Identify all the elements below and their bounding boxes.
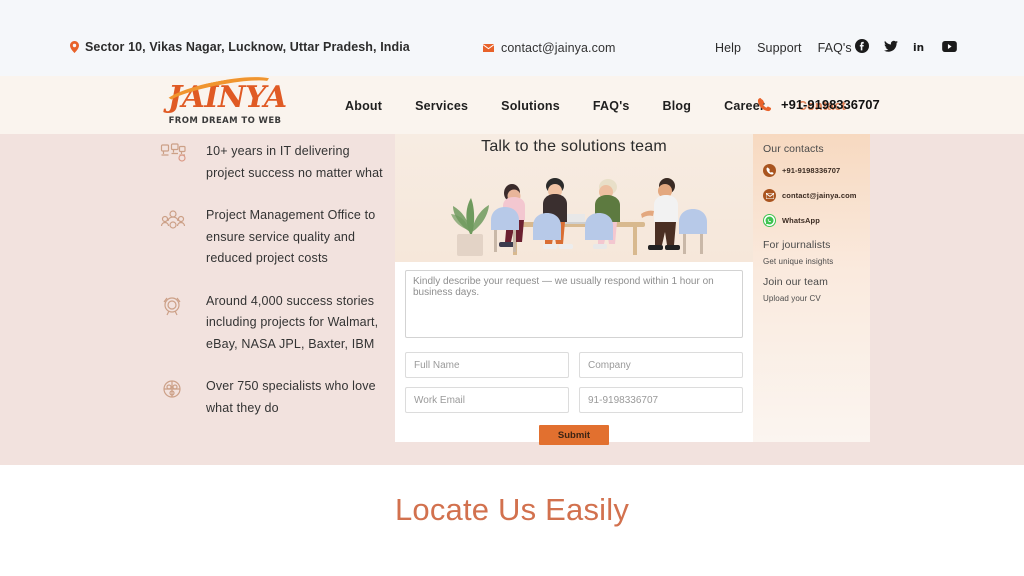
side-contact-email[interactable]: contact@jainya.com <box>763 189 860 202</box>
form-row-2 <box>405 387 743 413</box>
contact-form-card: Talk to the solutions team Kindly descri… <box>395 134 753 445</box>
message-textarea[interactable] <box>405 270 743 338</box>
social-links: in <box>855 39 957 53</box>
feature-item-specialists: Over 750 specialists who love what they … <box>160 376 385 419</box>
side-contact-phone-text: +91-9198336707 <box>782 166 841 175</box>
join-team-title: Join our team <box>763 276 828 288</box>
side-contact-whatsapp[interactable]: WhatsApp <box>763 214 860 227</box>
office-address: Sector 10, Vikas Nagar, Lucknow, Uttar P… <box>70 40 410 54</box>
team-meeting-illustration <box>451 178 707 256</box>
twitter-icon[interactable] <box>884 40 898 53</box>
feature-item-pmo: Project Management Office to ensure serv… <box>160 205 385 270</box>
top-link-support[interactable]: Support <box>757 41 801 55</box>
linkedin-icon[interactable]: in <box>913 40 927 52</box>
people-group-icon <box>160 378 190 404</box>
feature-item-success-stories: Around 4,000 success stories including p… <box>160 291 385 356</box>
feature-text-experience: 10+ years in IT delivering project succe… <box>206 144 383 180</box>
side-contact-whatsapp-text: WhatsApp <box>782 216 820 225</box>
form-hero: Talk to the solutions team <box>395 134 753 262</box>
medal-icon <box>160 293 190 319</box>
logo-tagline: FROM DREAM TO WEB <box>168 116 282 126</box>
nav-item-blog[interactable]: Blog <box>663 99 692 113</box>
top-link-faqs[interactable]: FAQ's <box>818 41 852 55</box>
logo-wordmark: JAINYA <box>160 70 287 118</box>
side-contact-email-text: contact@jainya.com <box>782 191 857 200</box>
side-contact-phone[interactable]: +91-9198336707 <box>763 164 860 177</box>
top-links: Help Support FAQ's <box>715 41 852 55</box>
page-root: Sector 10, Vikas Nagar, Lucknow, Uttar P… <box>0 0 1024 576</box>
facebook-icon[interactable] <box>855 39 869 53</box>
form-row-1 <box>405 352 743 378</box>
nav-item-solutions[interactable]: Solutions <box>501 99 560 113</box>
phone-input[interactable] <box>579 387 743 413</box>
location-pin-icon <box>70 41 79 53</box>
top-link-help[interactable]: Help <box>715 41 741 55</box>
envelope-circle-icon <box>763 189 776 202</box>
locate-section-title: Locate Us Easily <box>394 492 630 527</box>
form-title: Talk to the solutions team <box>481 138 667 155</box>
full-name-input[interactable] <box>405 352 569 378</box>
form-body: Submit <box>395 262 753 445</box>
contact-email-text: contact@jainya.com <box>501 41 616 55</box>
top-utility-bar: Sector 10, Vikas Nagar, Lucknow, Uttar P… <box>0 0 1024 76</box>
phone-icon <box>757 97 772 112</box>
nav-item-services[interactable]: Services <box>415 99 468 113</box>
submit-row: Submit <box>405 425 743 445</box>
office-address-text: Sector 10, Vikas Nagar, Lucknow, Uttar P… <box>85 40 410 54</box>
locate-section: Locate Us Easily <box>0 465 1024 576</box>
nav-item-about[interactable]: About <box>345 99 382 113</box>
feature-list: 10+ years in IT delivering project succe… <box>160 141 385 440</box>
site-logo[interactable]: JAINYA FROM DREAM TO WEB <box>160 70 287 126</box>
nav-phone-text: +91-9198336707 <box>781 97 880 112</box>
nav-item-faqs[interactable]: FAQ's <box>593 99 630 113</box>
feature-text-specialists: Over 750 specialists who love what they … <box>206 379 376 415</box>
feature-text-success-stories: Around 4,000 success stories including p… <box>206 293 379 351</box>
work-email-input[interactable] <box>405 387 569 413</box>
company-input[interactable] <box>579 352 743 378</box>
contact-side-panel: Our contacts +91-9198336707 contact@jain… <box>753 134 870 442</box>
svg-text:in: in <box>913 41 924 52</box>
contact-email[interactable]: contact@jainya.com <box>483 41 616 55</box>
feature-item-experience: 10+ years in IT delivering project succe… <box>160 141 385 184</box>
phone-circle-icon <box>763 164 776 177</box>
journalists-title: For journalists <box>763 239 831 251</box>
team-gear-icon <box>160 207 190 233</box>
trophy-icon <box>160 143 190 169</box>
feature-text-pmo: Project Management Office to ensure serv… <box>206 208 376 265</box>
submit-button[interactable]: Submit <box>539 425 609 445</box>
our-contacts-title: Our contacts <box>763 143 824 155</box>
whatsapp-icon <box>763 214 776 227</box>
envelope-icon <box>483 44 494 52</box>
upload-cv-link[interactable]: Upload your CV <box>763 294 860 303</box>
journalists-link[interactable]: Get unique insights <box>763 257 860 266</box>
nav-phone[interactable]: +91-9198336707 <box>757 97 880 112</box>
youtube-icon[interactable] <box>942 40 957 52</box>
